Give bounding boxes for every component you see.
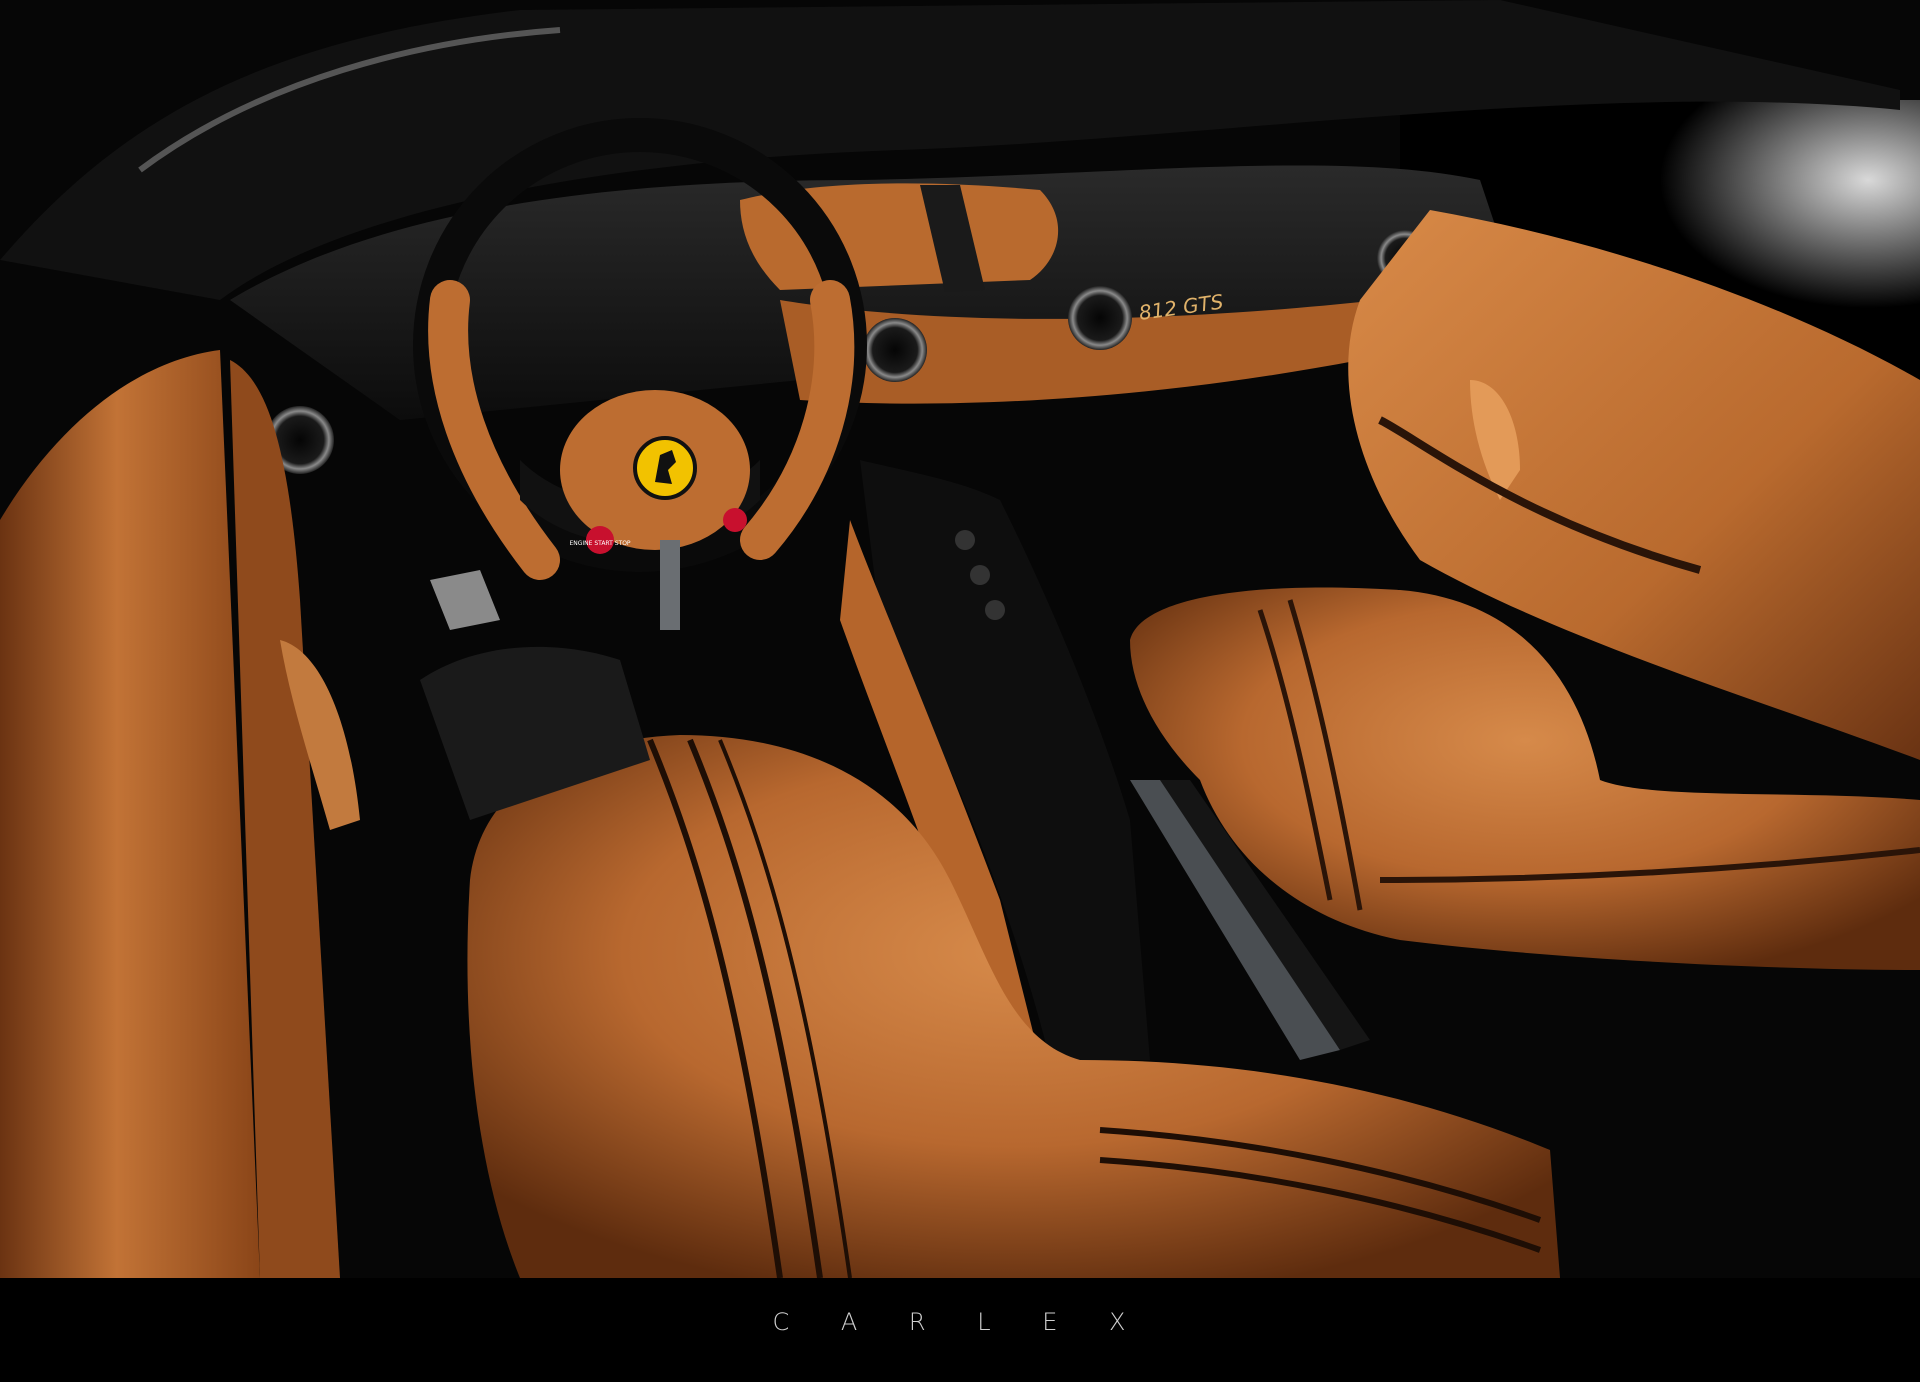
console-button xyxy=(955,530,975,550)
console-button-3 xyxy=(985,600,1005,620)
engine-start-label: ENGINE START STOP xyxy=(569,540,630,547)
vent-center-right xyxy=(1068,286,1132,350)
vent-center-left xyxy=(863,318,927,382)
footer-bar: C A R L E X xyxy=(0,1278,1920,1382)
car-interior-photo: 812 GTS ENGINE START STOP xyxy=(0,0,1920,1278)
brand-logo-text: C A R L E X xyxy=(772,1308,1148,1336)
left-door-panel xyxy=(0,350,260,1278)
console-button-2 xyxy=(970,565,990,585)
